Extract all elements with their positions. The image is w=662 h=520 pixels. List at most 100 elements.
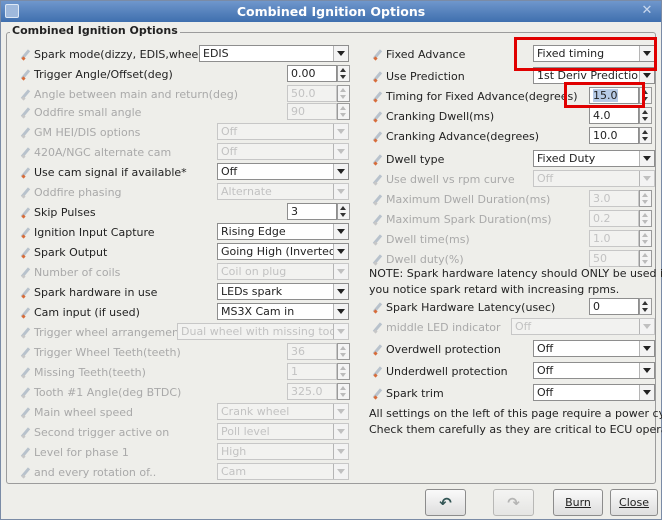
field-row-underdwell-protection: Underdwell protection [373,363,508,379]
pencil-icon [21,128,30,137]
field-value: 0.00 [291,67,316,80]
field-row-spark-hardware-latency-usec: Spark Hardware Latency(usec) [373,299,555,315]
field-row-dwell-duty: Dwell duty(%) [373,251,464,267]
spinner-tooth-1-angle-deg-btdc: 325.0 [287,383,350,400]
pencil-icon [21,388,30,397]
pencil-icon [373,389,382,398]
redo-button[interactable]: ↷ [493,489,534,516]
dropdown-spark-hardware-in-use[interactable]: LEDs spark [217,283,349,300]
spinner-arrows-icon [337,343,350,360]
chevron-down-icon[interactable] [333,304,348,319]
field-row-overdwell-protection: Overdwell protection [373,341,501,357]
close-button[interactable]: Close [610,489,658,516]
spinner-arrows-icon[interactable] [639,107,652,124]
spinner-arrows-icon[interactable] [639,298,652,315]
field-value: 36 [291,345,305,358]
pencil-icon [21,208,30,217]
spinner-cranking-dwell-ms[interactable]: 4.0 [589,107,652,124]
chevron-down-icon[interactable] [639,363,654,378]
close-label: Close [619,496,649,509]
field-value: Off [221,125,238,138]
field-label-text: middle LED indicator [386,320,501,334]
field-value: Cam [221,465,247,478]
title-bar[interactable]: Combined Ignition Options ✕ [1,1,661,22]
field-label: Skip Pulses [21,206,96,219]
chevron-down-icon[interactable] [333,224,348,239]
field-row-dwell-type: Dwell type [373,151,444,167]
chevron-down-icon [639,171,654,186]
chevron-down-icon[interactable] [333,46,348,61]
pencil-icon [21,248,30,257]
field-label: Dwell duty(%) [373,253,464,266]
dropdown-use-dwell-vs-rpm-curve: Off [533,170,655,187]
dropdown-use-cam-signal-if-available[interactable]: Off [217,163,349,180]
field-row-use-prediction: Use Prediction [373,68,465,84]
chevron-down-icon[interactable] [333,164,348,179]
field-label: Second trigger active on [21,426,169,439]
field-label: Maximum Dwell Duration(ms) [373,193,550,206]
close-icon[interactable]: ✕ [639,3,655,19]
dropdown-spark-trim[interactable]: Off [533,384,655,401]
chevron-down-icon [333,464,348,479]
chevron-down-icon[interactable] [333,244,348,259]
field-row-spark-trim: Spark trim [373,385,444,401]
field-label: Use cam signal if available* [21,166,187,179]
dropdown-cam-input-if-used[interactable]: MS3X Cam in [217,303,349,320]
field-value: 325.0 [291,385,323,398]
spinner-arrows-icon [639,210,652,227]
spinner-spark-hardware-latency-usec[interactable]: 0 [589,298,652,315]
field-label: Spark trim [373,387,444,400]
field-value: High [221,445,247,458]
pencil-icon [21,228,30,237]
spinner-arrows-icon[interactable] [337,203,350,220]
dropdown-overdwell-protection[interactable]: Off [533,340,655,357]
chevron-down-icon[interactable] [639,385,654,400]
field-label: Tooth #1 Angle(deg BTDC) [21,386,181,399]
spinner-skip-pulses[interactable]: 3 [287,203,350,220]
spinner-trigger-angle-offset-deg[interactable]: 0.00 [287,65,350,82]
spinner-arrows-icon [639,250,652,267]
dropdown-trigger-wheel-arrangement: Dual wheel with missing tooth [177,323,349,340]
field-value: 0 [593,300,600,313]
dropdown-underdwell-protection[interactable]: Off [533,362,655,379]
field-label-text: 420A/NGC alternate cam [34,145,172,159]
dialog-window: Combined Ignition Options ✕ Combined Ign… [0,0,662,520]
spinner-dwell-time-ms: 1.0 [589,230,652,247]
field-label-text: Oddfire phasing [34,185,122,199]
field-value: Alternate [221,185,272,198]
spinner-arrows-icon[interactable] [337,65,350,82]
window-title: Combined Ignition Options [236,4,426,19]
pencil-icon [21,428,30,437]
pencil-icon [373,345,382,354]
spinner-cranking-advance-degrees[interactable]: 10.0 [589,127,652,144]
field-label-text: GM HEI/DIS options [34,125,141,139]
pencil-icon [21,288,30,297]
field-label-text: Dwell type [386,152,445,166]
pencil-icon [21,188,30,197]
dropdown-ignition-input-capture[interactable]: Rising Edge [217,223,349,240]
undo-button[interactable]: ↶ [425,489,466,516]
field-label: middle LED indicator [373,321,501,334]
field-label: Cam input (if used) [21,306,140,319]
chevron-down-icon [333,144,348,159]
chevron-down-icon[interactable] [639,151,654,166]
field-value: Rising Edge [221,225,286,238]
spinner-arrows-icon[interactable] [639,127,652,144]
field-label-text: Maximum Spark Duration(ms) [386,212,552,226]
pencil-icon [373,112,382,121]
field-label-text: Missing Teeth(teeth) [34,365,146,379]
chevron-down-icon[interactable] [639,341,654,356]
dropdown-spark-output[interactable]: Going High (Inverted) [217,243,349,260]
burn-button[interactable]: Burn [553,489,603,516]
dropdown-level-for-phase-1: High [217,443,349,460]
undo-arrow-icon: ↶ [439,493,452,512]
field-value: MS3X Cam in [221,305,295,318]
chevron-down-icon [333,424,348,439]
dropdown-middle-led-indicator: Off [511,318,655,335]
chevron-down-icon[interactable] [333,284,348,299]
field-label: Spark Output [21,246,107,259]
dropdown-spark-mode-dizzy-edis-wheel[interactable]: EDIS [199,45,349,62]
field-row-trigger-wheel-arrangement: Trigger wheel arrangement [21,324,183,340]
latency-note: you notice spark retard with increasing … [369,283,620,296]
dropdown-dwell-type[interactable]: Fixed Duty [533,150,655,167]
